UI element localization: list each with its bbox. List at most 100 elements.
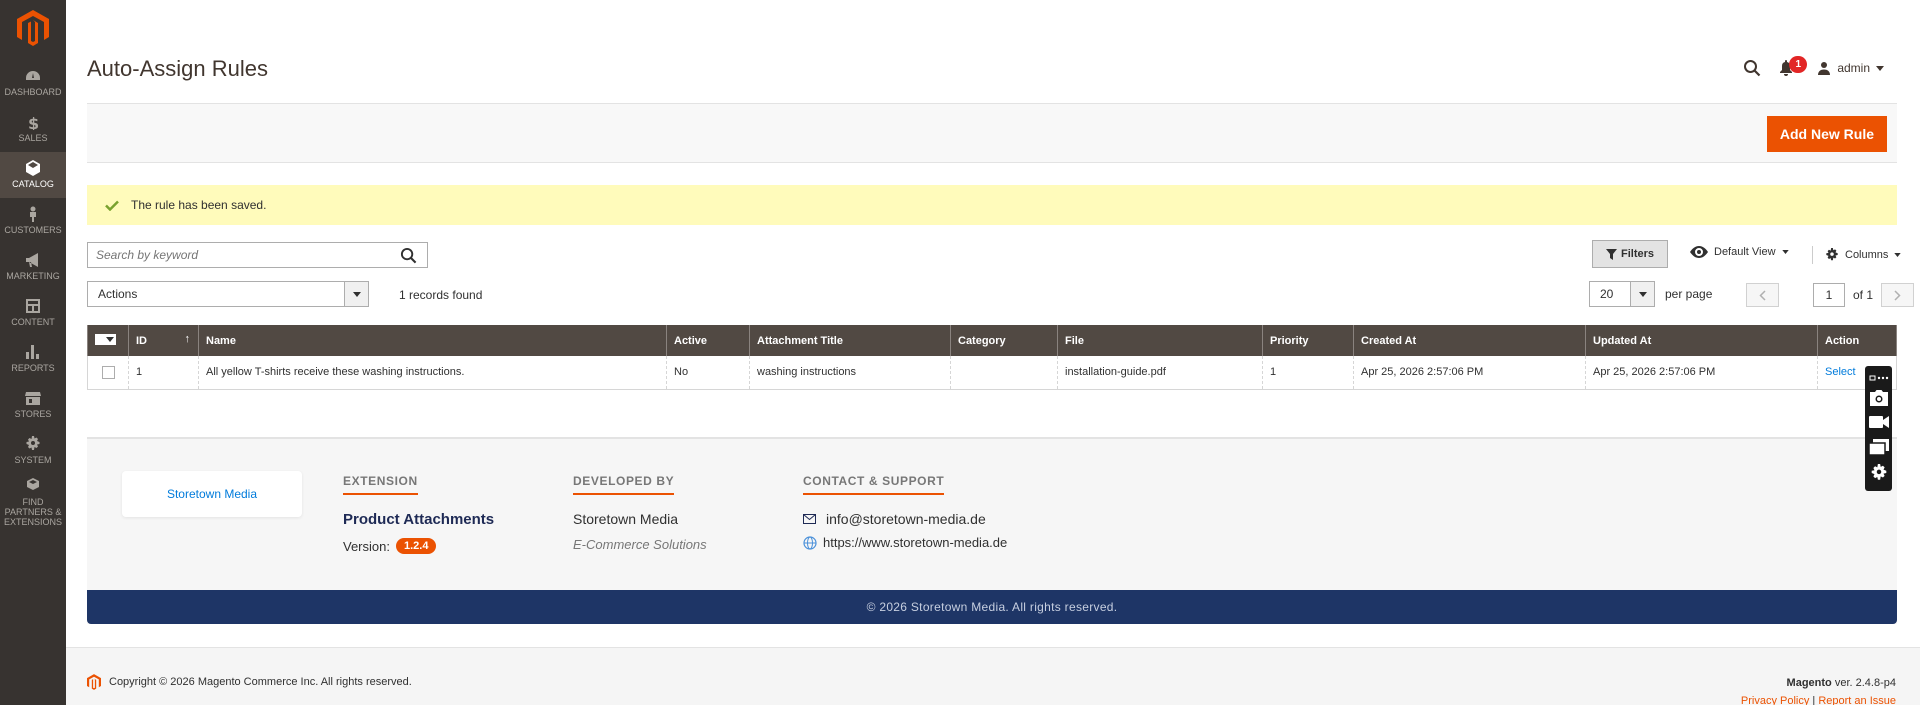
sidebar-item-label: DASHBOARD [4, 87, 62, 98]
developer-name: Storetown Media [573, 511, 679, 527]
filters-label: Filters [1620, 248, 1654, 260]
select-action-link[interactable]: Select [1825, 366, 1856, 378]
per-page-select[interactable]: 20 [1589, 281, 1655, 307]
header-actions: 1 admin [1743, 56, 1884, 78]
checkbox [97, 335, 106, 344]
columns-label: Columns [1845, 249, 1889, 261]
windows-icon[interactable] [1868, 438, 1889, 455]
default-view-dropdown[interactable]: Default View [1690, 246, 1789, 258]
cell-file: installation-guide.pdf [1057, 356, 1263, 390]
column-label: Active [674, 334, 708, 347]
extension-info: EXTENSION Product Attachments Version: 1… [343, 473, 494, 554]
select-arrow [344, 282, 368, 306]
copyright-text: Copyright © 2026 Magento Commerce Inc. A… [109, 676, 412, 688]
mass-select-checkbox[interactable] [95, 334, 116, 345]
extension-copyright: © 2026 Storetown Media. All rights reser… [866, 600, 1118, 614]
column-header-id[interactable]: ID ↑ [128, 325, 199, 356]
column-label: Priority [1270, 334, 1309, 347]
column-header-category[interactable]: Category [950, 325, 1058, 356]
caret-down-icon [1781, 250, 1789, 254]
magento-logo-icon[interactable] [17, 10, 49, 46]
dollar-icon: $ [28, 114, 39, 130]
grid-header-row: ID ↑ Name Active Attachment Title Categor… [87, 325, 1897, 356]
filters-button[interactable]: Filters [1592, 240, 1668, 268]
video-camera-icon[interactable] [1868, 415, 1889, 429]
table-row[interactable]: 1 All yellow T-shirts receive these wash… [87, 356, 1897, 390]
sidebar-item-customers[interactable]: CUSTOMERS [0, 198, 66, 244]
search-input[interactable] [88, 243, 378, 267]
contact-website[interactable]: https://www.storetown-media.de [803, 535, 1007, 550]
notifications-button[interactable]: 1 [1779, 56, 1808, 78]
cell-name: All yellow T-shirts receive these washin… [198, 356, 667, 390]
column-header-priority[interactable]: Priority [1262, 325, 1354, 356]
success-message: The rule has been saved. [87, 185, 1897, 225]
sidebar-item-stores[interactable]: STORES [0, 382, 66, 428]
cell-active: No [666, 356, 750, 390]
contact-heading: CONTACT & SUPPORT [803, 474, 945, 495]
camera-icon[interactable] [1869, 390, 1889, 407]
next-page-button[interactable] [1881, 283, 1915, 307]
admin-user-menu[interactable]: admin [1817, 61, 1884, 75]
column-header-attachment-title[interactable]: Attachment Title [749, 325, 951, 356]
column-header-updated-at[interactable]: Updated At [1585, 325, 1818, 356]
sidebar-item-label: STORES [14, 409, 52, 420]
page-total: of 1 [1853, 288, 1874, 302]
column-header-name[interactable]: Name [198, 325, 667, 356]
contact-info: CONTACT & SUPPORT info@storetown-media.d… [803, 473, 1007, 550]
column-label: Attachment Title [757, 334, 843, 347]
boxes-icon [27, 478, 39, 491]
main-content: Auto-Assign Rules 1 admin Add New Rule T… [66, 0, 1920, 705]
per-page-control: 20 per page [1589, 281, 1712, 307]
caret-down-icon [106, 337, 114, 342]
sidebar-item-label: CUSTOMERS [4, 225, 62, 236]
funnel-icon [1605, 248, 1617, 260]
sidebar-item-dashboard[interactable]: DASHBOARD [0, 60, 66, 106]
search-icon[interactable] [1743, 59, 1761, 77]
floating-capture-toolbar [1865, 366, 1892, 491]
developed-by-heading: DEVELOPED BY [573, 474, 675, 495]
version-info: Magento ver. 2.4.8-p4 [1741, 674, 1896, 692]
sidebar-item-content[interactable]: CONTENT [0, 290, 66, 336]
chevron-left-icon [1759, 289, 1766, 301]
sidebar-item-marketing[interactable]: MARKETING [0, 244, 66, 290]
more-options-icon[interactable] [1869, 375, 1889, 381]
sidebar-item-system[interactable]: SYSTEM [0, 428, 66, 474]
add-new-rule-button[interactable]: Add New Rule [1766, 116, 1887, 152]
sidebar-item-partners[interactable]: FIND PARTNERS & EXTENSIONS [0, 474, 66, 532]
dashboard-icon [26, 71, 40, 81]
sidebar-item-catalog[interactable]: CATALOG [0, 152, 66, 198]
globe-icon [803, 535, 817, 550]
column-label: File [1065, 334, 1084, 347]
records-found: 1 records found [399, 288, 483, 302]
column-header-created-at[interactable]: Created At [1353, 325, 1586, 356]
layout-icon [26, 299, 40, 314]
page-actions-bar: Add New Rule [87, 103, 1897, 163]
contact-email[interactable]: info@storetown-media.de [803, 511, 1007, 527]
brand-logo-card[interactable]: Storetown Media [122, 471, 302, 517]
column-label: Action [1825, 334, 1860, 347]
email-link[interactable]: info@storetown-media.de [826, 511, 986, 527]
mass-actions-select[interactable]: Actions [87, 281, 369, 307]
success-message-text: The rule has been saved. [131, 198, 267, 212]
sidebar-item-sales[interactable]: $ SALES [0, 106, 66, 152]
sidebar-item-label: FIND PARTNERS & EXTENSIONS [3, 497, 62, 527]
row-checkbox[interactable] [101, 365, 115, 379]
settings-gear-icon[interactable] [1870, 464, 1888, 482]
report-issue-link[interactable]: Report an Issue [1818, 695, 1896, 705]
admin-sidebar: DASHBOARD $ SALES CATALOG CUSTOMERS MARK… [0, 0, 66, 705]
developer-tagline: E-Commerce Solutions [573, 537, 707, 552]
per-page-value: 20 [1600, 287, 1614, 301]
privacy-policy-link[interactable]: Privacy Policy [1741, 695, 1809, 705]
column-header-active[interactable]: Active [666, 325, 750, 356]
admin-username: admin [1837, 61, 1870, 75]
mass-select-header[interactable] [87, 325, 129, 356]
column-header-file[interactable]: File [1057, 325, 1263, 356]
sidebar-item-label: CONTENT [11, 317, 55, 328]
version-label: Version: [343, 538, 390, 554]
previous-page-button[interactable] [1746, 283, 1779, 307]
sidebar-item-reports[interactable]: REPORTS [0, 336, 66, 382]
search-submit-icon[interactable] [400, 247, 417, 264]
columns-dropdown[interactable]: Columns [1812, 246, 1902, 264]
website-link[interactable]: https://www.storetown-media.de [823, 535, 1007, 550]
page-number-input[interactable]: 1 [1813, 283, 1845, 307]
